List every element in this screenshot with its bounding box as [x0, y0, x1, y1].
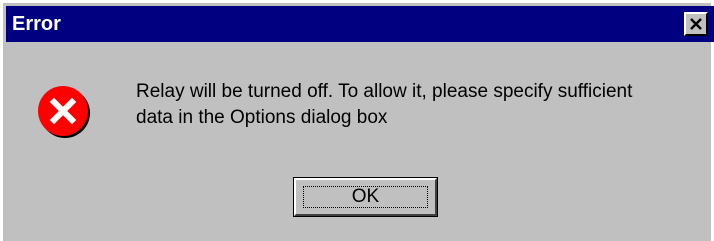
ok-button-bevel: OK [294, 178, 437, 216]
error-message: Relay will be turned off. To allow it, p… [136, 81, 633, 128]
close-button[interactable] [684, 12, 708, 36]
error-icon [38, 86, 90, 138]
title-bar[interactable]: Error [6, 6, 714, 42]
error-dialog: Error Relay will be turned off. To allow… [0, 0, 714, 241]
ok-button[interactable]: OK [293, 177, 438, 217]
dialog-title: Error [12, 12, 61, 35]
ok-button-label: OK [351, 186, 380, 207]
ok-button-focus-rect: OK [303, 186, 428, 208]
close-icon [690, 18, 702, 30]
